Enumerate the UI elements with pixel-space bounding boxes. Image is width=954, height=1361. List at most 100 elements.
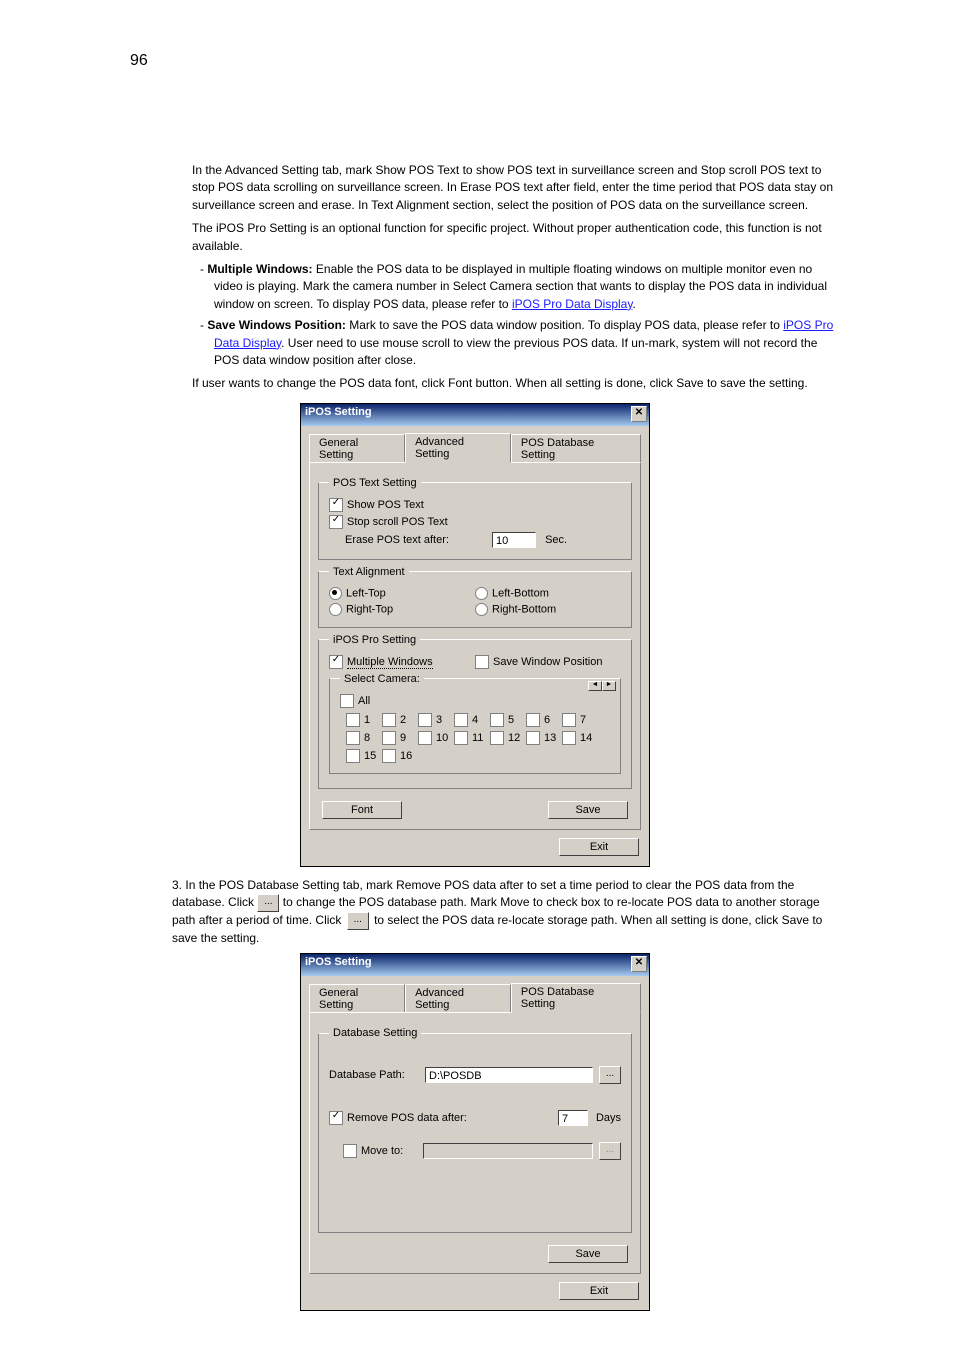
camera-cell-13[interactable]: 13 (526, 731, 562, 745)
paragraph-advanced-setting: In the Advanced Setting tab, mark Show P… (192, 162, 844, 214)
label-camera-15: 15 (364, 750, 376, 762)
bullet-save-windows-position: Save Windows Position: Mark to save the … (192, 317, 844, 369)
radio-right-bottom[interactable] (475, 603, 488, 616)
camera-cell-14[interactable]: 14 (562, 731, 598, 745)
save-button[interactable]: Save (548, 801, 628, 819)
browse-button-dbpath[interactable]: ... (599, 1066, 621, 1084)
label-camera-14: 14 (580, 732, 592, 744)
checkbox-camera-15[interactable] (346, 749, 360, 763)
label-camera-2: 2 (400, 714, 406, 726)
checkbox-camera-13[interactable] (526, 731, 540, 745)
radio-left-bottom[interactable] (475, 587, 488, 600)
checkbox-camera-4[interactable] (454, 713, 468, 727)
browse-icon[interactable]: ... (347, 912, 369, 930)
camera-cell-6[interactable]: 6 (526, 713, 562, 727)
input-move-to-path[interactable] (423, 1143, 593, 1159)
camera-page-spinner[interactable]: ◄► (588, 681, 616, 691)
close-icon[interactable]: ✕ (631, 956, 647, 972)
font-button[interactable]: Font (322, 801, 402, 819)
input-database-path[interactable]: D:\POSDB (425, 1067, 593, 1083)
checkbox-camera-7[interactable] (562, 713, 576, 727)
label-camera-11: 11 (472, 732, 483, 744)
exit-button[interactable]: Exit (559, 838, 639, 856)
tab-advanced-setting[interactable]: Advanced Setting (405, 433, 511, 463)
bullet-label: Multiple Windows: (207, 262, 312, 276)
label-days: Days (596, 1112, 621, 1124)
label-sec: Sec. (545, 534, 567, 546)
checkbox-stop-scroll[interactable] (329, 515, 343, 529)
checkbox-camera-14[interactable] (562, 731, 576, 745)
label-camera-1: 1 (364, 714, 370, 726)
tab-advanced-setting[interactable]: Advanced Setting (405, 984, 511, 1013)
radio-right-top[interactable] (329, 603, 342, 616)
group-database-setting: Database Setting Database Path: D:\POSDB… (318, 1027, 632, 1233)
camera-cell-15[interactable]: 15 (346, 749, 382, 763)
paragraph-ipos-pro-note: The iPOS Pro Setting is an optional func… (192, 220, 844, 255)
camera-cell-3[interactable]: 3 (418, 713, 454, 727)
close-icon[interactable]: ✕ (631, 406, 647, 422)
label-left-top: Left-Top (346, 587, 386, 599)
camera-cell-12[interactable]: 12 (490, 731, 526, 745)
tab-pos-database-setting[interactable]: POS Database Setting (511, 983, 641, 1013)
camera-cell-16[interactable]: 16 (382, 749, 418, 763)
checkbox-camera-2[interactable] (382, 713, 396, 727)
link-ipos-display-1[interactable]: iPOS Pro Data Display (512, 297, 633, 311)
tab-general-setting[interactable]: General Setting (309, 434, 405, 463)
checkbox-save-window-position[interactable] (475, 655, 489, 669)
label-right-top: Right-Top (346, 603, 393, 615)
group-select-camera: Select Camera: ◄► All 123456789101112131… (329, 673, 621, 774)
bullet-text: Mark to save the POS data window positio… (346, 318, 783, 332)
label-camera-5: 5 (508, 714, 514, 726)
browse-button-moveto: ... (599, 1142, 621, 1160)
tab-general-setting[interactable]: General Setting (309, 984, 405, 1013)
checkbox-show-pos-text[interactable] (329, 498, 343, 512)
camera-cell-8[interactable]: 8 (346, 731, 382, 745)
chevron-right-icon[interactable]: ► (602, 681, 616, 691)
camera-cell-4[interactable]: 4 (454, 713, 490, 727)
group-legend: Text Alignment (329, 566, 409, 578)
tab-pos-database-setting[interactable]: POS Database Setting (511, 434, 641, 463)
chevron-left-icon[interactable]: ◄ (588, 681, 602, 691)
checkbox-remove-pos-data[interactable] (329, 1111, 343, 1125)
input-erase-seconds[interactable]: 10 (492, 532, 536, 548)
checkbox-move-to[interactable] (343, 1144, 357, 1158)
checkbox-camera-6[interactable] (526, 713, 540, 727)
label-left-bottom: Left-Bottom (492, 587, 549, 599)
camera-cell-11[interactable]: 11 (454, 731, 490, 745)
label-save-window-position: Save Window Position (493, 656, 602, 668)
paragraph-font-save: If user wants to change the POS data fon… (192, 375, 844, 392)
camera-cell-7[interactable]: 7 (562, 713, 598, 727)
browse-icon[interactable]: ... (257, 894, 279, 912)
checkbox-camera-8[interactable] (346, 731, 360, 745)
ipos-setting-dialog-advanced: iPOS Setting ✕ General Setting Advanced … (300, 403, 650, 867)
checkbox-camera-10[interactable] (418, 731, 432, 745)
label-erase-after: Erase POS text after: (345, 534, 449, 546)
input-remove-days[interactable]: 7 (558, 1110, 588, 1126)
camera-cell-2[interactable]: 2 (382, 713, 418, 727)
ipos-setting-dialog-database: iPOS Setting ✕ General Setting Advanced … (300, 953, 650, 1311)
exit-button[interactable]: Exit (559, 1282, 639, 1300)
label-camera-6: 6 (544, 714, 550, 726)
checkbox-camera-5[interactable] (490, 713, 504, 727)
checkbox-multiple-windows[interactable] (329, 655, 343, 669)
camera-cell-9[interactable]: 9 (382, 731, 418, 745)
save-button[interactable]: Save (548, 1245, 628, 1263)
group-pos-text-setting: POS Text Setting Show POS Text Stop scro… (318, 477, 632, 560)
checkbox-camera-1[interactable] (346, 713, 360, 727)
checkbox-camera-16[interactable] (382, 749, 396, 763)
dialog-titlebar: iPOS Setting ✕ (301, 954, 649, 976)
dialog-title: iPOS Setting (305, 406, 372, 418)
dialog-title: iPOS Setting (305, 956, 372, 968)
checkbox-camera-all[interactable] (340, 694, 354, 708)
label-camera-4: 4 (472, 714, 478, 726)
checkbox-camera-11[interactable] (454, 731, 468, 745)
step-number-3: 3. (172, 878, 182, 892)
camera-cell-1[interactable]: 1 (346, 713, 382, 727)
checkbox-camera-9[interactable] (382, 731, 396, 745)
camera-cell-10[interactable]: 10 (418, 731, 454, 745)
checkbox-camera-3[interactable] (418, 713, 432, 727)
checkbox-camera-12[interactable] (490, 731, 504, 745)
label-camera-7: 7 (580, 714, 586, 726)
radio-left-top[interactable] (329, 587, 342, 600)
camera-cell-5[interactable]: 5 (490, 713, 526, 727)
